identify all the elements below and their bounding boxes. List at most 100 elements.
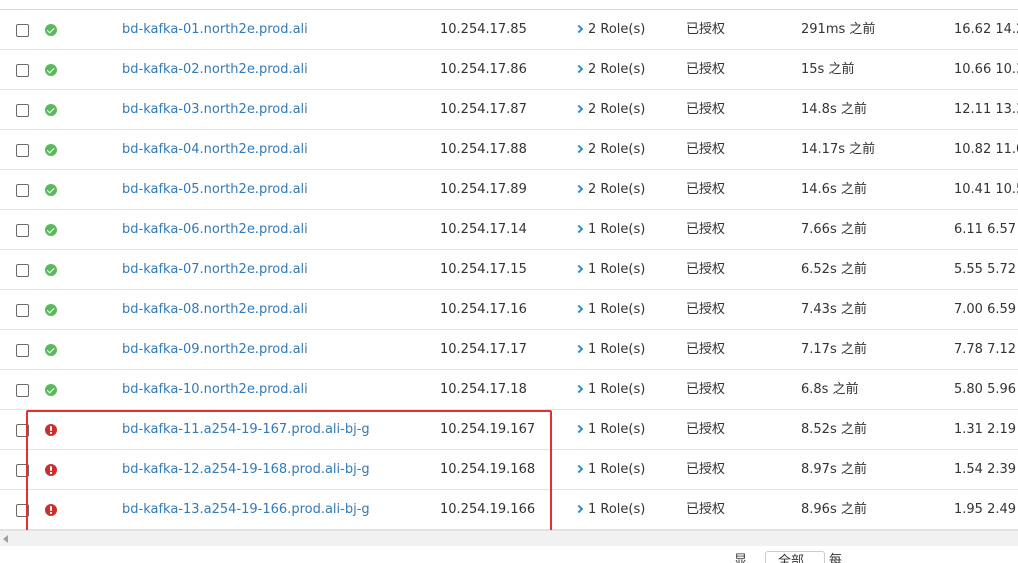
roles-label: 1 Role(s) — [588, 462, 646, 477]
roles-label: 2 Role(s) — [588, 102, 646, 117]
check-circle-icon — [45, 384, 57, 396]
row-checkbox[interactable] — [16, 144, 29, 157]
host-link[interactable]: bd-kafka-02.north2e.prod.ali — [122, 50, 308, 90]
check-circle-icon — [45, 224, 57, 236]
roles-toggle[interactable]: 2 Role(s) — [574, 50, 645, 90]
ip-address: 10.254.17.16 — [440, 302, 527, 317]
table-row: bd-kafka-01.north2e.prod.ali 10.254.17.8… — [0, 10, 1018, 50]
load-average: 1.54 2.39 — [954, 462, 1017, 477]
roles-toggle[interactable]: 1 Role(s) — [574, 490, 645, 530]
authorization-status: 已授权 — [686, 222, 726, 237]
host-link[interactable]: bd-kafka-08.north2e.prod.ali — [122, 290, 308, 330]
roles-toggle[interactable]: 1 Role(s) — [574, 210, 646, 250]
roles-label: 1 Role(s) — [588, 222, 646, 237]
load-average: 5.55 5.72 — [954, 262, 1017, 277]
page-size-per-page-label: 每页 — [829, 553, 843, 563]
check-circle-icon — [45, 304, 57, 316]
chevron-right-icon — [574, 64, 584, 74]
chevron-right-icon — [574, 344, 584, 354]
authorization-status: 已授权 — [686, 142, 726, 157]
roles-toggle[interactable]: 2 Role(s) — [574, 170, 646, 210]
ip-address: 10.254.17.18 — [440, 382, 527, 397]
load-average: 1.31 2.19 — [954, 422, 1017, 437]
authorization-status: 已授权 — [686, 262, 726, 277]
row-checkbox[interactable] — [16, 104, 29, 117]
host-link[interactable]: bd-kafka-01.north2e.prod.ali — [122, 10, 308, 50]
highlight-box — [26, 410, 552, 536]
roles-toggle[interactable]: 1 Role(s) — [574, 410, 645, 450]
table-row: bd-kafka-06.north2e.prod.ali 10.254.17.1… — [0, 210, 1018, 250]
roles-toggle[interactable]: 2 Role(s) — [574, 90, 646, 130]
table-row: bd-kafka-10.north2e.prod.ali 10.254.17.1… — [0, 370, 1018, 410]
roles-label: 1 Role(s) — [588, 302, 646, 317]
horizontal-scrollbar[interactable] — [0, 530, 1018, 546]
load-average: 12.11 13.3 — [954, 102, 1018, 117]
authorization-status: 已授权 — [686, 422, 726, 437]
roles-toggle[interactable]: 1 Role(s) — [574, 330, 646, 370]
table-row: bd-kafka-08.north2e.prod.ali 10.254.17.1… — [0, 290, 1018, 330]
row-checkbox[interactable] — [16, 224, 29, 237]
roles-label: 1 Role(s) — [588, 342, 646, 357]
scroll-left-icon[interactable] — [3, 535, 8, 543]
authorization-status: 已授权 — [686, 382, 726, 397]
table-row: bd-kafka-05.north2e.prod.ali 10.254.17.8… — [0, 170, 1018, 210]
roles-toggle[interactable]: 1 Role(s) — [574, 290, 646, 330]
load-average: 6.11 6.57 — [954, 222, 1017, 237]
ip-address: 10.254.17.85 — [440, 22, 527, 37]
last-heartbeat: 15s 之前 — [801, 62, 855, 77]
host-link[interactable]: bd-kafka-03.north2e.prod.ali — [122, 90, 308, 130]
roles-label: 2 Role(s) — [588, 182, 646, 197]
table-row: bd-kafka-03.north2e.prod.ali 10.254.17.8… — [0, 90, 1018, 130]
last-heartbeat: 14.6s 之前 — [801, 182, 867, 197]
roles-toggle[interactable]: 2 Role(s) — [574, 10, 646, 50]
roles-toggle[interactable]: 1 Role(s) — [574, 370, 645, 410]
authorization-status: 已授权 — [686, 182, 726, 197]
host-link[interactable]: bd-kafka-04.north2e.prod.ali — [122, 130, 308, 170]
roles-toggle[interactable]: 1 Role(s) — [574, 250, 646, 290]
authorization-status: 已授权 — [686, 502, 726, 517]
roles-label: 1 Role(s) — [588, 262, 646, 277]
row-checkbox[interactable] — [16, 344, 29, 357]
chevron-right-icon — [574, 504, 584, 514]
load-average: 16.62 14.2 — [954, 22, 1018, 37]
load-average: 7.00 6.59 — [954, 302, 1017, 317]
chevron-right-icon — [574, 224, 584, 234]
load-average: 10.66 10.3 — [954, 62, 1018, 77]
row-checkbox[interactable] — [16, 384, 29, 397]
ip-address: 10.254.17.14 — [440, 222, 527, 237]
authorization-status: 已授权 — [686, 102, 726, 117]
table-row: bd-kafka-04.north2e.prod.ali 10.254.17.8… — [0, 130, 1018, 170]
last-heartbeat: 7.43s 之前 — [801, 302, 867, 317]
load-average: 1.95 2.49 — [954, 502, 1017, 517]
host-link[interactable]: bd-kafka-09.north2e.prod.ali — [122, 330, 308, 370]
page-size-select[interactable]: 全部 — [765, 551, 825, 563]
page-size-show-label: 显示 — [734, 553, 748, 563]
host-link[interactable]: bd-kafka-07.north2e.prod.ali — [122, 250, 308, 290]
table-row: bd-kafka-02.north2e.prod.ali 10.254.17.8… — [0, 50, 1018, 90]
last-heartbeat: 14.8s 之前 — [801, 102, 867, 117]
ip-address: 10.254.17.88 — [440, 142, 527, 157]
chevron-right-icon — [574, 424, 584, 434]
host-link[interactable]: bd-kafka-06.north2e.prod.ali — [122, 210, 308, 250]
row-checkbox[interactable] — [16, 24, 29, 37]
row-checkbox[interactable] — [16, 64, 29, 77]
chevron-right-icon — [574, 144, 584, 154]
check-circle-icon — [45, 104, 57, 116]
last-heartbeat: 6.8s 之前 — [801, 382, 859, 397]
row-checkbox[interactable] — [16, 264, 29, 277]
last-heartbeat: 8.97s 之前 — [801, 462, 867, 477]
chevron-right-icon — [574, 264, 584, 274]
load-average: 10.41 10.5 — [954, 182, 1018, 197]
chevron-right-icon — [574, 184, 584, 194]
ip-address: 10.254.17.89 — [440, 182, 527, 197]
ip-address: 10.254.17.86 — [440, 62, 527, 77]
ip-address: 10.254.17.15 — [440, 262, 527, 277]
roles-label: 2 Role(s) — [588, 142, 646, 157]
roles-toggle[interactable]: 1 Role(s) — [574, 450, 646, 490]
roles-label: 2 Role(s) — [588, 22, 646, 37]
row-checkbox[interactable] — [16, 304, 29, 317]
row-checkbox[interactable] — [16, 184, 29, 197]
host-link[interactable]: bd-kafka-10.north2e.prod.ali — [122, 370, 308, 410]
roles-toggle[interactable]: 2 Role(s) — [574, 130, 646, 170]
host-link[interactable]: bd-kafka-05.north2e.prod.ali — [122, 170, 308, 210]
